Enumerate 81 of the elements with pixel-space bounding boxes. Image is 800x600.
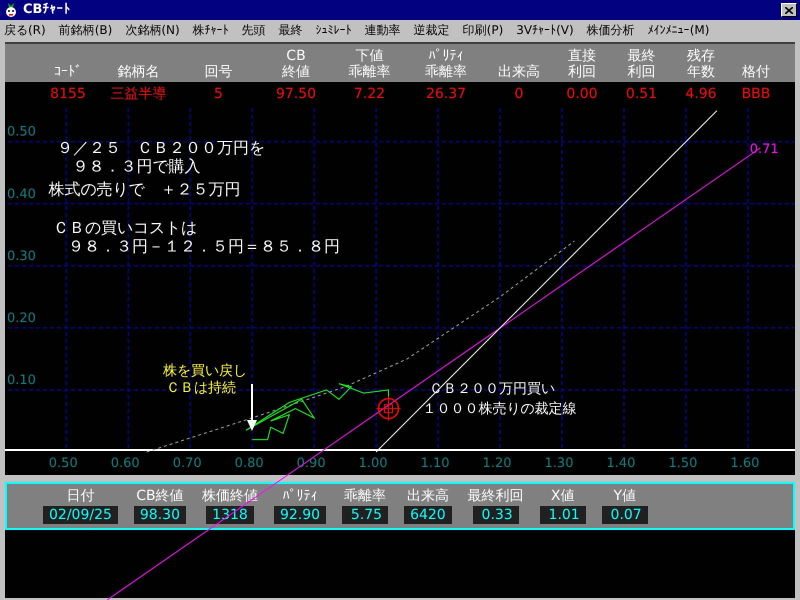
x-tick-label: 1.00: [358, 456, 388, 471]
table-cell-text: 4.96: [684, 85, 718, 104]
menu-item[interactable]: 連動率: [364, 21, 401, 39]
window-title: CBﾁｬｰﾄ: [23, 1, 72, 20]
x-tick-label: 1.50: [668, 456, 698, 471]
column-header: 最終 利回: [626, 48, 656, 80]
menu-item[interactable]: 最終: [278, 21, 303, 39]
table-cell-text: 0.00: [565, 85, 599, 104]
field-label: ﾊﾟﾘﾃｨ: [282, 487, 318, 505]
field-label: 最終利回: [468, 487, 524, 505]
menu-item[interactable]: 次銘柄(N): [125, 21, 180, 39]
y-tick-label: 0.40: [7, 186, 36, 202]
field-label: 出来高: [406, 487, 449, 505]
column-header: ｺｰﾄﾞ: [53, 64, 83, 80]
chart-annotation: １０００株売りの裁定線: [422, 400, 577, 417]
column-header: 格付: [741, 64, 771, 80]
chart-annotation: ９８．３円－１２．５円＝８５．８円: [68, 236, 340, 256]
table-cell-text: 0: [514, 85, 524, 104]
column-header: 直接 利回: [567, 48, 597, 80]
menu-item[interactable]: 逆裁定: [414, 21, 450, 39]
value-field: 98.30: [134, 506, 186, 524]
x-tick-label: 1.20: [482, 456, 512, 471]
column-header: ﾊﾟﾘﾃｨ 乖離率: [424, 48, 468, 80]
menu-item[interactable]: 3Vﾁｬｰﾄ(V): [516, 21, 574, 39]
app-icon: [3, 2, 19, 18]
table-cell-text: 5: [213, 85, 224, 104]
table-cell-text: 三益半導: [110, 85, 168, 104]
y-tick-label: 0.50: [7, 124, 36, 140]
x-tick-label: 1.30: [544, 456, 574, 471]
value-field: 1.01: [540, 506, 586, 524]
value-field: 6420: [404, 506, 452, 524]
close-button[interactable]: [781, 3, 797, 17]
table-cell-text: BBB: [740, 85, 772, 104]
field-label: 株価終値: [202, 487, 258, 505]
value-field: 02/09/25: [43, 506, 118, 524]
chart-annotation: ９８．３円で購入: [72, 156, 200, 176]
column-header: 下値 乖離率: [348, 48, 392, 80]
chart-annotation: 株式の売りで ＋２５万円: [48, 180, 240, 198]
y-tick-label: 0.10: [7, 372, 36, 388]
field-label: CB終値: [136, 487, 184, 505]
value-field: 0.33: [472, 506, 519, 524]
chart-annotation: ９／２５ ＣＢ２００万円を: [56, 138, 265, 157]
x-tick-label: 1.40: [606, 456, 636, 471]
field-label: X値: [550, 487, 575, 505]
value-field: 0.07: [602, 506, 648, 524]
x-tick-label: 0.80: [234, 456, 264, 471]
value-field: 5.75: [342, 506, 388, 524]
x-tick-label: 1.60: [730, 456, 760, 471]
table-cell-text: 26.37: [424, 85, 468, 104]
value-field: 92.90: [274, 506, 326, 524]
chart-annotation: ＣＢの買いコストは: [53, 218, 198, 237]
column-header: 出来高: [497, 64, 541, 80]
chart-annotation: 0.71: [750, 142, 779, 157]
field-label: Y値: [613, 487, 636, 505]
table-cell-text: 97.50: [274, 85, 318, 104]
close-icon: [785, 6, 793, 14]
y-tick-label: 0.20: [7, 310, 36, 326]
arrow: [247, 384, 257, 431]
chart-annotation: 株を買い戻し: [162, 363, 247, 380]
x-tick-label: 0.50: [48, 456, 78, 471]
column-header: 銘柄名: [116, 64, 160, 80]
column-header: CB 終値: [281, 48, 311, 80]
menu-item[interactable]: 株ﾁｬｰﾄ: [192, 21, 229, 39]
menu-item[interactable]: 戻る(R): [4, 21, 46, 39]
y-tick-label: 0.30: [7, 248, 36, 264]
menu-item[interactable]: 印刷(P): [462, 21, 504, 39]
table-cell-text: 8155: [49, 85, 87, 104]
column-header: 残存 年数: [686, 48, 716, 80]
x-tick-label: 0.60: [110, 456, 140, 471]
menu-item[interactable]: 前銘柄(B): [58, 21, 112, 39]
menu-item[interactable]: ﾒｲﾝﾒﾆｭｰ(M): [648, 21, 710, 39]
table-cell-text: 7.22: [352, 85, 386, 104]
table-cell-text: 0.51: [624, 85, 658, 104]
field-label: 乖離率: [344, 487, 386, 505]
x-tick-label: 0.70: [172, 456, 202, 471]
menu-item[interactable]: 株価分析: [586, 21, 635, 39]
x-tick-label: 1.10: [420, 456, 450, 471]
menu-item[interactable]: ｼｭﾐﾚｰﾄ: [316, 21, 352, 39]
menu-item[interactable]: 先頭: [242, 21, 266, 39]
field-label: 日付: [66, 487, 94, 505]
column-header: 回号: [204, 64, 234, 80]
